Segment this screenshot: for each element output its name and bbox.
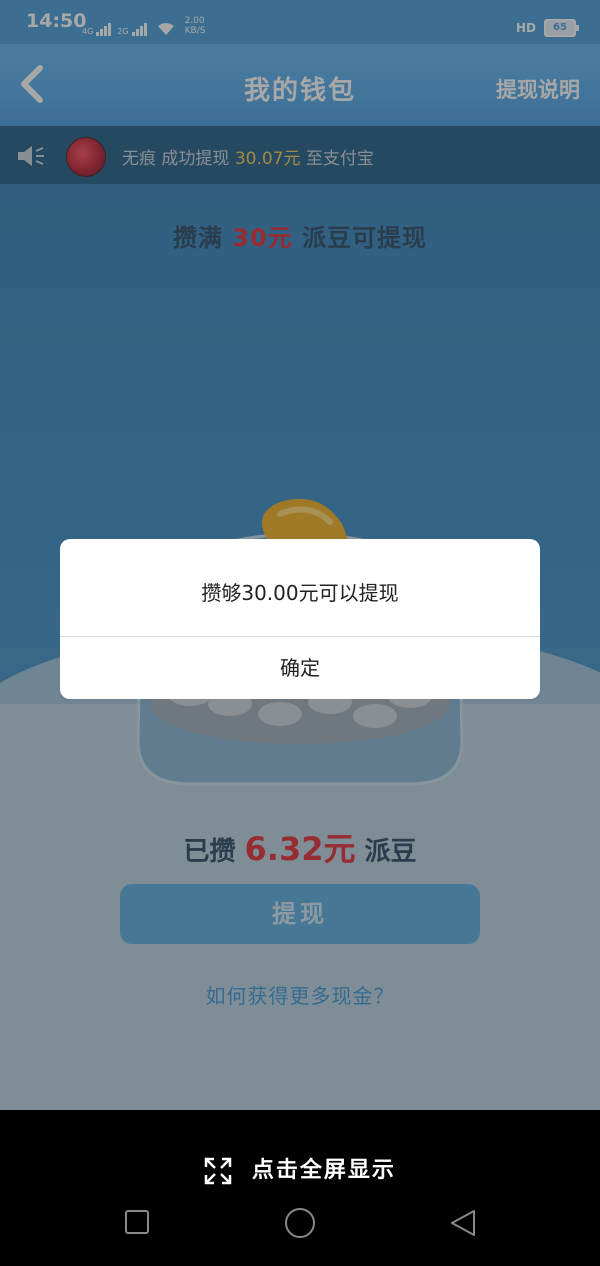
fullscreen-label: 点击全屏显示	[251, 1158, 396, 1183]
fullscreen-button[interactable]: 点击全屏显示	[0, 1152, 600, 1185]
bottom-area: 点击全屏显示	[0, 1110, 600, 1266]
dialog-message: 攒够30.00元可以提现	[201, 581, 399, 605]
expand-icon	[204, 1157, 232, 1185]
confirm-button[interactable]: 确定	[60, 637, 540, 699]
system-nav-bar	[0, 1208, 600, 1248]
recent-apps-icon[interactable]	[123, 1208, 151, 1236]
alert-dialog: 攒够30.00元可以提现 确定	[60, 539, 540, 699]
wallet-screen: 14:50 4G 2G 2.00 KB/S HD 65 我的钱包 提现说明 无痕…	[0, 0, 600, 1266]
back-nav-icon[interactable]	[448, 1208, 478, 1238]
home-icon[interactable]	[283, 1206, 317, 1240]
